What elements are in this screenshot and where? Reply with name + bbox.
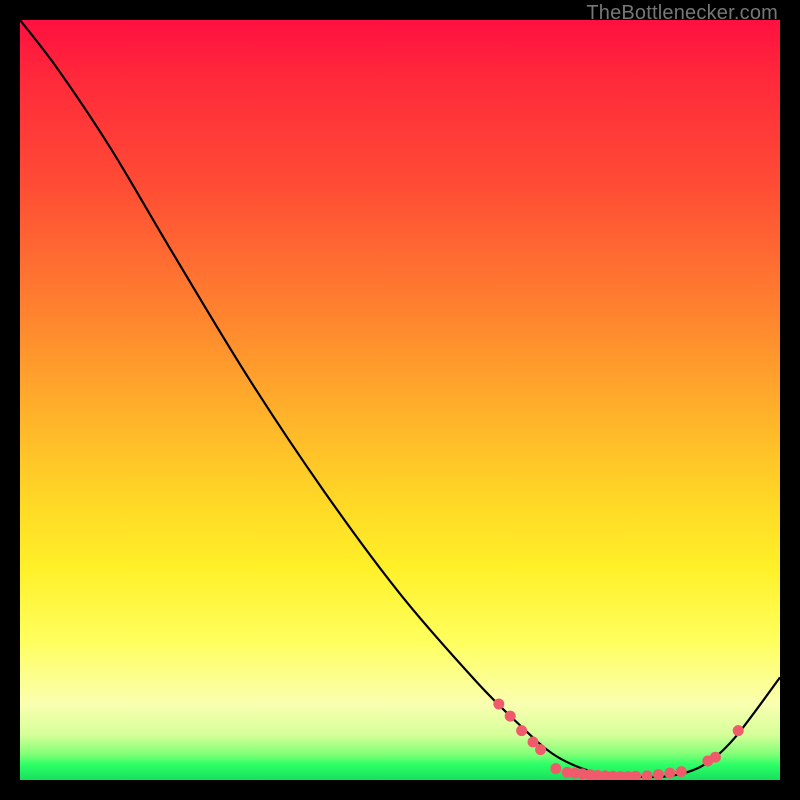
plot-area (20, 20, 780, 780)
chart-data-dot (630, 771, 641, 780)
chart-data-dot (516, 725, 527, 736)
chart-svg (20, 20, 780, 780)
chart-data-dot (664, 768, 675, 779)
chart-data-dot (642, 770, 653, 780)
chart-stage: TheBottlenecker.com (0, 0, 800, 800)
chart-data-dot (676, 766, 687, 777)
chart-data-dot (505, 711, 516, 722)
chart-curve (20, 20, 780, 777)
chart-data-dot (710, 752, 721, 763)
chart-data-dots (493, 699, 743, 781)
chart-data-dot (535, 744, 546, 755)
chart-data-dot (550, 763, 561, 774)
chart-data-dot (733, 725, 744, 736)
watermark-label: TheBottlenecker.com (586, 2, 778, 25)
chart-data-dot (493, 699, 504, 710)
chart-data-dot (653, 769, 664, 780)
